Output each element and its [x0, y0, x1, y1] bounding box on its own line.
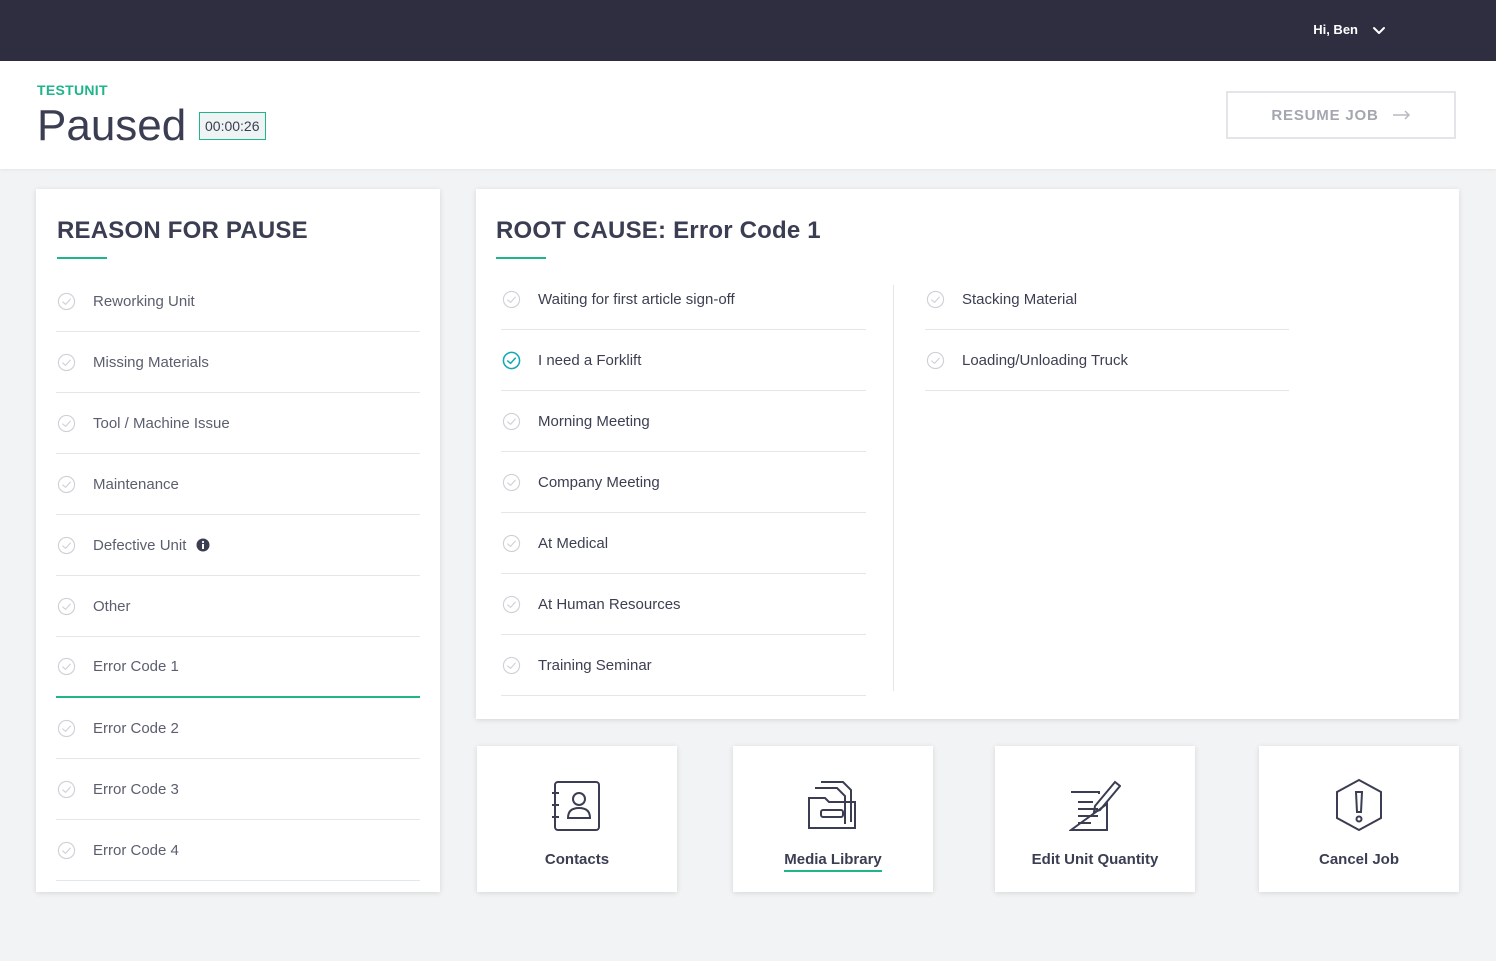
- user-greeting: Hi, Ben: [1313, 22, 1358, 37]
- list-item-label: Defective Unit: [93, 536, 187, 554]
- list-item[interactable]: Training Seminar: [501, 635, 866, 696]
- list-item-label: At Medical: [538, 534, 609, 552]
- list-item[interactable]: Error Code 2: [56, 698, 420, 759]
- circle-check-icon: [502, 534, 521, 552]
- list-item-label: Error Code 3: [93, 780, 179, 798]
- unit-name: TESTUNIT: [37, 82, 108, 98]
- circle-check-icon: [926, 290, 945, 308]
- reason-for-pause-panel: REASON FOR PAUSE Reworking Unit Missing M…: [36, 189, 440, 892]
- list-item-label: Loading/Unloading Truck: [962, 351, 1128, 369]
- circle-check-icon: [57, 536, 76, 554]
- list-item[interactable]: Error Code 4: [56, 820, 420, 881]
- root-cause-list-column-2: Stacking Material Loading/Unloading Truck: [925, 269, 1289, 391]
- list-item[interactable]: Morning Meeting: [501, 391, 866, 452]
- list-item[interactable]: Error Code 3: [56, 759, 420, 820]
- list-item-label: Error Code 2: [93, 719, 179, 737]
- list-item[interactable]: Defective Unit: [56, 515, 420, 576]
- document-pencil-icon: [1069, 780, 1121, 831]
- circle-check-icon: [57, 414, 76, 432]
- top-bar: Hi, Ben: [0, 0, 1496, 61]
- reason-list: Reworking Unit Missing Materials Tool / Ma…: [56, 271, 420, 881]
- circle-check-icon: [57, 657, 76, 676]
- title-underline: [57, 257, 107, 259]
- list-item[interactable]: Company Meeting: [501, 452, 866, 513]
- list-item-label: Stacking Material: [962, 290, 1078, 308]
- list-item-label: Training Seminar: [538, 656, 652, 674]
- circle-check-icon: [502, 473, 521, 491]
- chevron-down-icon: [1373, 26, 1385, 34]
- cancel-job-tile[interactable]: Cancel Job: [1259, 746, 1459, 892]
- list-item[interactable]: I need a Forklift: [501, 330, 866, 391]
- list-item-label: Maintenance: [93, 475, 179, 493]
- job-header: TESTUNIT Paused 00:00:26 RESUME JOB: [0, 61, 1496, 169]
- circle-check-icon: [502, 656, 521, 674]
- list-item-label: Missing Materials: [93, 353, 209, 371]
- list-item-label: Tool / Machine Issue: [93, 414, 230, 432]
- circle-check-icon: [57, 719, 76, 737]
- folder-files-icon: [808, 781, 856, 829]
- circle-check-icon: [502, 595, 521, 613]
- list-item[interactable]: Error Code 1: [56, 637, 420, 698]
- list-item[interactable]: Maintenance: [56, 454, 420, 515]
- circle-check-icon: [57, 597, 76, 615]
- media-library-label: Media Library: [733, 851, 933, 872]
- root-cause-panel: ROOT CAUSE: Error Code 1 Waiting for fir…: [476, 189, 1459, 719]
- list-item-label: At Human Resources: [538, 595, 681, 613]
- info-icon[interactable]: [196, 538, 210, 552]
- list-item-label: Error Code 4: [93, 841, 179, 859]
- list-item[interactable]: Stacking Material: [925, 269, 1289, 330]
- circle-check-icon: [57, 780, 76, 798]
- circle-check-icon: [502, 290, 521, 308]
- circle-check-icon: [57, 475, 76, 493]
- contacts-tile[interactable]: Contacts: [477, 746, 677, 892]
- user-menu[interactable]: Hi, Ben: [1313, 22, 1386, 37]
- reason-panel-title: REASON FOR PAUSE: [57, 217, 308, 244]
- list-item[interactable]: Other: [56, 576, 420, 637]
- title-underline: [496, 257, 546, 259]
- root-cause-title: ROOT CAUSE: Error Code 1: [496, 217, 821, 244]
- list-item-label: Company Meeting: [538, 473, 660, 491]
- address-book-icon: [552, 781, 600, 831]
- edit-unit-quantity-label: Edit Unit Quantity: [1031, 851, 1159, 868]
- circle-check-icon: [502, 412, 521, 430]
- list-item[interactable]: Waiting for first article sign-off: [501, 269, 866, 330]
- circle-check-icon: [502, 351, 521, 369]
- circle-check-icon: [57, 353, 76, 371]
- circle-check-icon: [926, 351, 945, 369]
- list-item-label: Morning Meeting: [538, 412, 650, 430]
- list-item-label: Reworking Unit: [93, 292, 195, 310]
- list-item-label: I need a Forklift: [538, 351, 642, 369]
- resume-job-button[interactable]: RESUME JOB: [1226, 91, 1456, 139]
- list-item[interactable]: Missing Materials: [56, 332, 420, 393]
- edit-unit-quantity-tile[interactable]: Edit Unit Quantity: [995, 746, 1195, 892]
- list-item[interactable]: Loading/Unloading Truck: [925, 330, 1289, 391]
- list-item[interactable]: At Human Resources: [501, 574, 866, 635]
- list-item-label: Waiting for first article sign-off: [538, 290, 735, 308]
- root-cause-list-column-1: Waiting for first article sign-off I need…: [501, 269, 866, 696]
- resume-job-label: RESUME JOB: [1271, 106, 1379, 124]
- circle-check-icon: [57, 841, 76, 859]
- arrow-right-icon: [1392, 110, 1410, 120]
- media-library-tile[interactable]: Media Library: [733, 746, 933, 892]
- circle-check-icon: [57, 292, 76, 310]
- cancel-job-label: Cancel Job: [1318, 851, 1400, 868]
- list-item[interactable]: Reworking Unit: [56, 271, 420, 332]
- list-item-label: Other: [93, 597, 131, 615]
- pause-timer: 00:00:26: [199, 112, 266, 140]
- list-item[interactable]: Tool / Machine Issue: [56, 393, 420, 454]
- list-item-label: Error Code 1: [93, 658, 179, 675]
- hexagon-exclamation-icon: [1336, 778, 1382, 832]
- job-status-title: Paused: [37, 101, 187, 150]
- contacts-label: Contacts: [544, 851, 610, 868]
- column-divider: [893, 285, 894, 691]
- list-item[interactable]: At Medical: [501, 513, 866, 574]
